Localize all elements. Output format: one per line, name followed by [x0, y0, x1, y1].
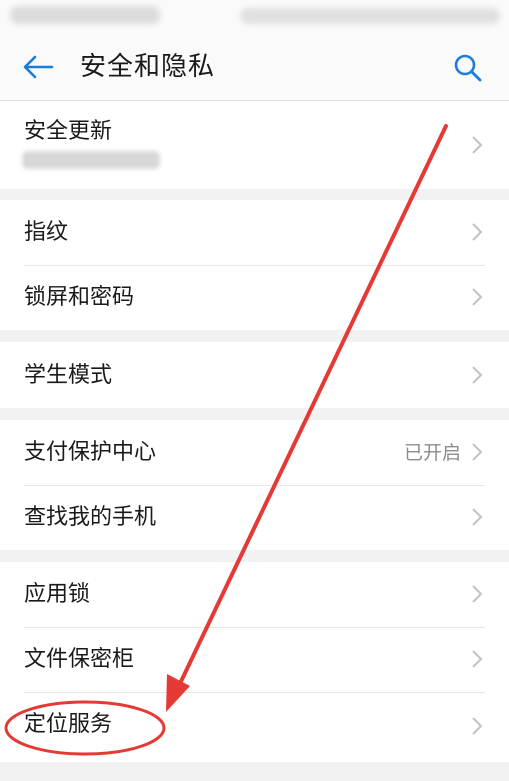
list-item-find-my-phone[interactable]: 查找我的手机 [0, 485, 509, 550]
chevron-right-icon [472, 136, 483, 154]
chevron-right-icon [472, 717, 483, 735]
list-item-lock-screen-password[interactable]: 锁屏和密码 [0, 265, 509, 330]
list-item-payment-protection[interactable]: 支付保护中心 已开启 [0, 420, 509, 485]
list-item-label: 查找我的手机 [24, 505, 157, 530]
list-item-label: 锁屏和密码 [24, 285, 135, 310]
page-title: 安全和隐私 [80, 52, 216, 82]
chevron-right-icon [472, 650, 483, 668]
chevron-right-icon [472, 508, 483, 526]
list-item-file-safe[interactable]: 文件保密柜 [0, 627, 509, 692]
blurred-subtitle [22, 151, 160, 169]
list-item-label: 定位服务 [24, 712, 113, 737]
list-item-fingerprint[interactable]: 指纹 [0, 200, 509, 265]
list-item-security-update[interactable]: 安全更新 [0, 101, 509, 189]
list-item-student-mode[interactable]: 学生模式 [0, 342, 509, 408]
search-icon[interactable] [452, 52, 484, 84]
settings-group-2: 指纹 锁屏和密码 [0, 200, 509, 330]
chevron-right-icon [472, 223, 483, 241]
chevron-right-icon [472, 585, 483, 603]
settings-group-4: 支付保护中心 已开启 查找我的手机 [0, 420, 509, 550]
list-item-label: 文件保密柜 [24, 647, 135, 672]
list-item-label: 安全更新 [24, 119, 113, 144]
list-item-label: 学生模式 [24, 363, 113, 388]
status-bar [0, 0, 509, 34]
status-bar-blurred-left [10, 6, 160, 24]
list-item-app-lock[interactable]: 应用锁 [0, 562, 509, 627]
status-bar-blurred-right [240, 8, 500, 24]
list-item-location-services[interactable]: 定位服务 [0, 692, 509, 762]
settings-group-5: 应用锁 文件保密柜 定位服务 [0, 562, 509, 762]
settings-group-3: 学生模式 [0, 342, 509, 408]
list-item-label: 支付保护中心 [24, 440, 157, 465]
status-text: 已开启 [403, 442, 461, 464]
chevron-right-icon [472, 366, 483, 384]
list-item-label: 指纹 [24, 220, 69, 245]
app-header: 安全和隐私 [0, 34, 509, 101]
settings-group-1: 安全更新 [0, 101, 509, 189]
arrow-left-icon[interactable] [20, 52, 56, 82]
chevron-right-icon [472, 288, 483, 306]
chevron-right-icon [472, 443, 483, 461]
list-item-label: 应用锁 [24, 582, 91, 607]
